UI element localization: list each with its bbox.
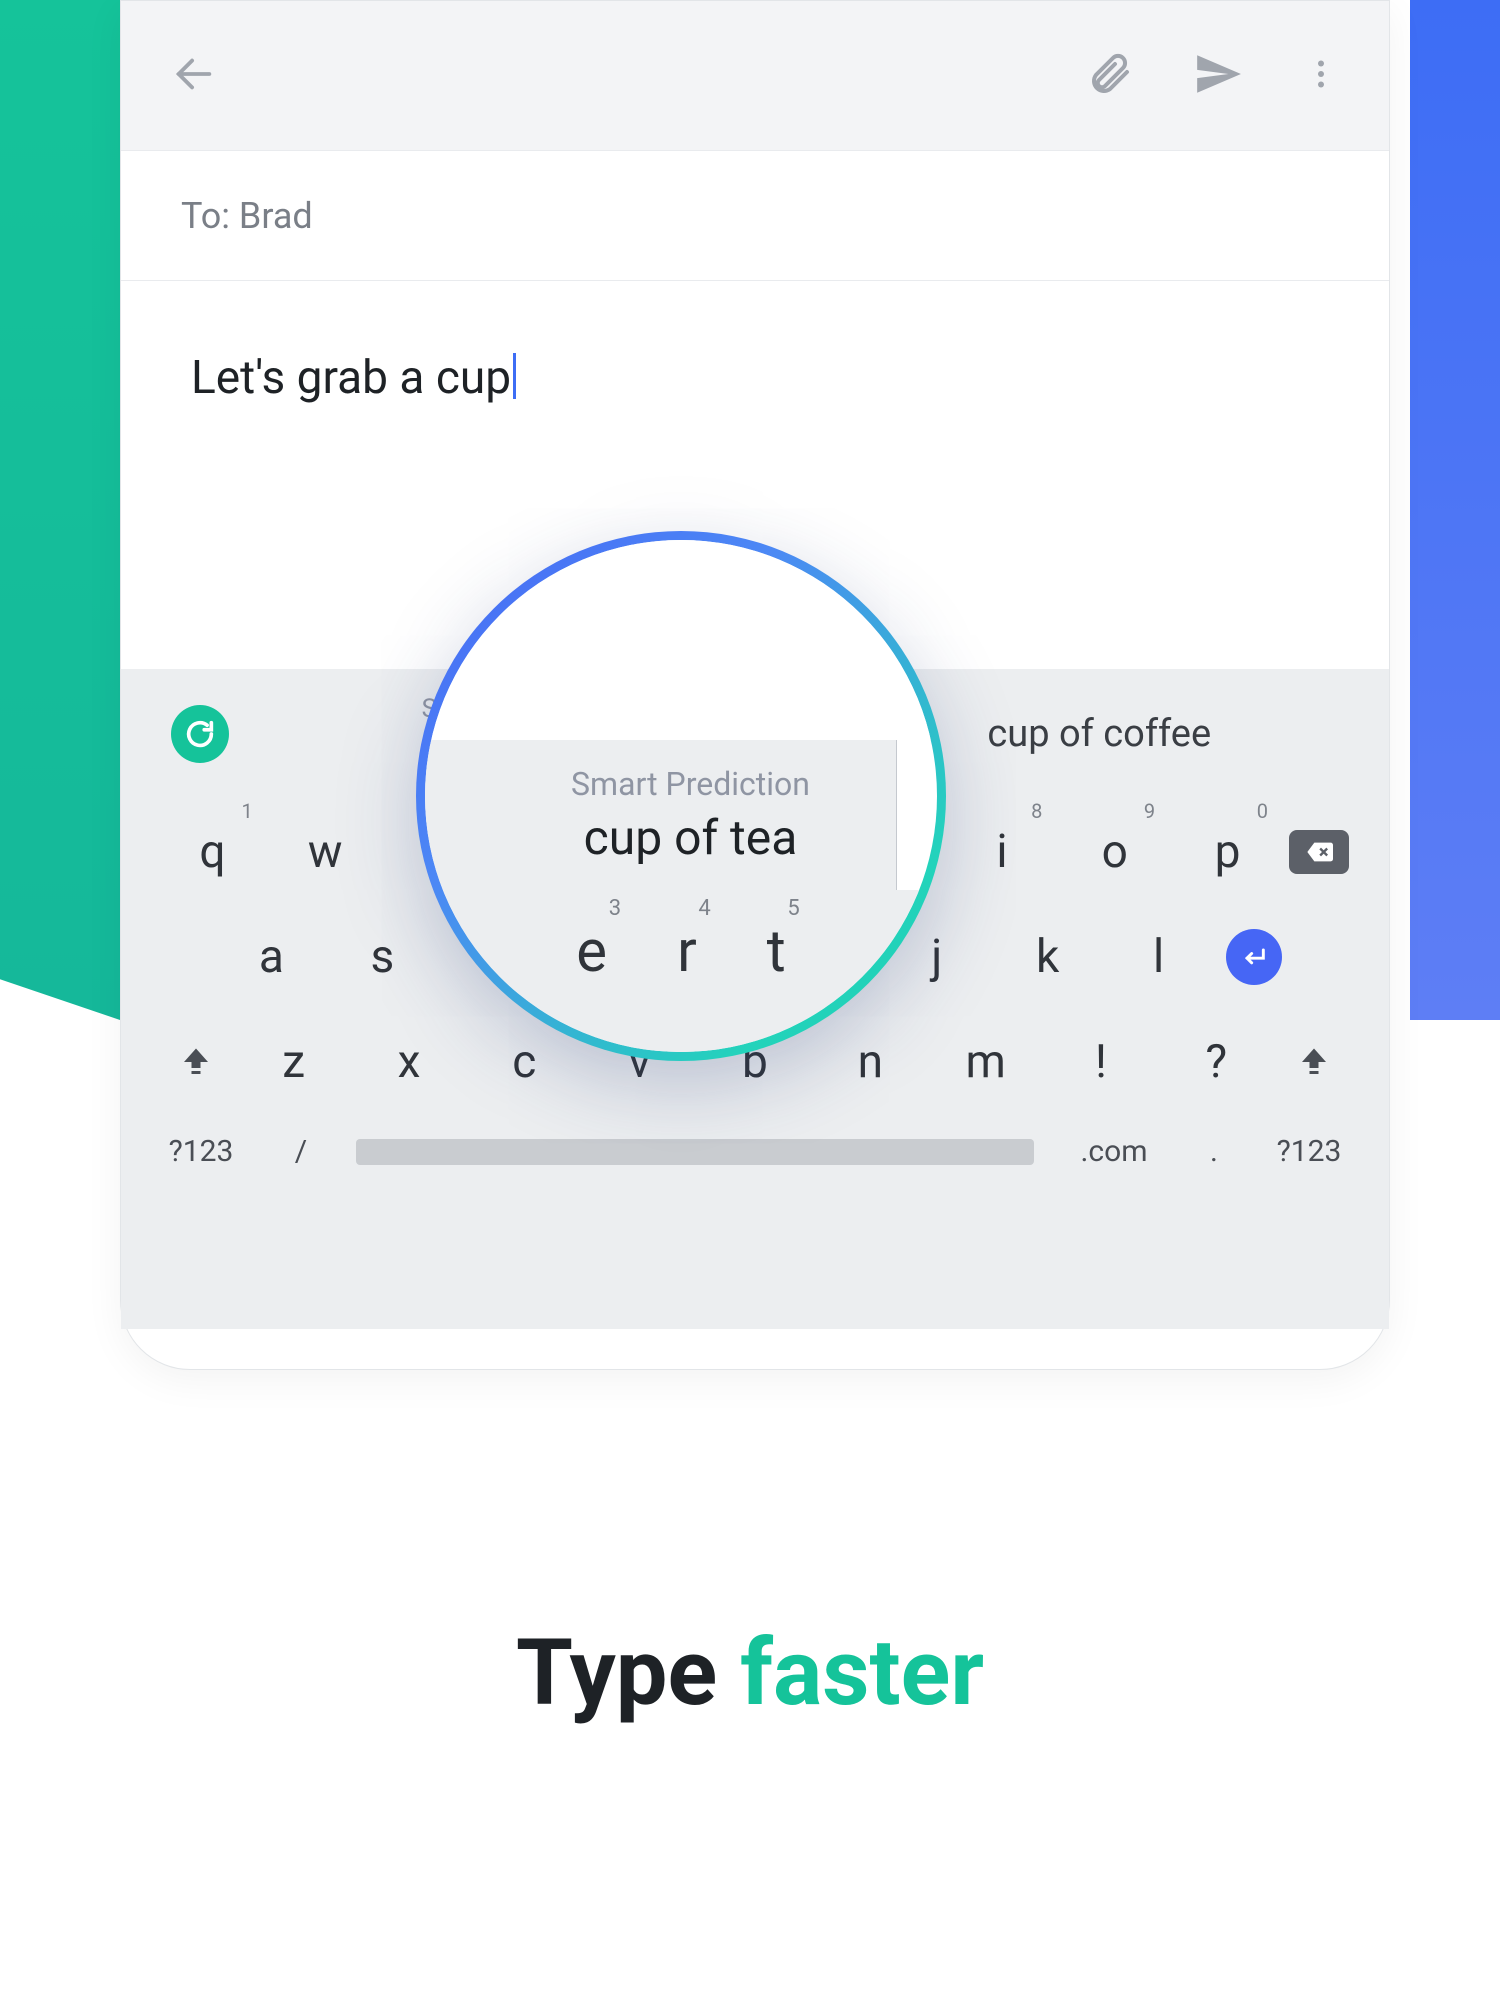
lens-key-e: e3 [576, 918, 607, 986]
slash-key[interactable]: / [276, 1134, 326, 1169]
backspace-key[interactable] [1284, 809, 1354, 894]
compose-header [121, 1, 1389, 151]
compose-text: Let's grab a cup [191, 351, 511, 405]
lens-key-r: r4 [677, 918, 697, 986]
key-l[interactable]: l [1103, 914, 1214, 999]
keyboard-bottom-row: ?123 / .com . ?123 [121, 1114, 1389, 1189]
magnifier-lens: Smart Prediction cup of tea e3 r4 t5 [416, 531, 946, 1061]
to-label: To: Brad [181, 195, 313, 237]
enter-key[interactable] [1214, 914, 1294, 999]
tagline-word-2: faster [740, 1620, 984, 1727]
key-o[interactable]: o9 [1058, 809, 1171, 894]
key-i[interactable]: i8 [946, 809, 1059, 894]
key-z[interactable]: z [236, 1019, 351, 1104]
attach-icon[interactable] [1085, 50, 1133, 102]
lens-prediction-label: Smart Prediction [571, 765, 810, 803]
bg-accent-right [1410, 0, 1500, 1020]
backspace-icon [1289, 830, 1349, 874]
enter-icon [1226, 929, 1282, 985]
key-w[interactable]: w [269, 809, 382, 894]
to-field[interactable]: To: Brad [121, 151, 1389, 281]
key-a[interactable]: a [216, 914, 327, 999]
period-key[interactable]: . [1194, 1134, 1234, 1169]
symbols-key-left[interactable]: ?123 [156, 1134, 246, 1169]
phone-frame: To: Brad Let's grab a cup Smart Predicti… [120, 0, 1390, 1370]
compose-body[interactable]: Let's grab a cup [121, 281, 1389, 475]
shift-key-right[interactable] [1274, 1019, 1354, 1104]
shift-key-left[interactable] [156, 1019, 236, 1104]
lens-prediction-value: cup of tea [571, 809, 810, 866]
bg-accent-left [0, 0, 120, 1020]
send-icon[interactable] [1193, 49, 1243, 103]
grammarly-icon[interactable] [171, 705, 229, 763]
back-icon[interactable] [171, 51, 217, 101]
key-p[interactable]: p0 [1171, 809, 1284, 894]
text-cursor [513, 353, 516, 399]
key-?[interactable]: ? [1159, 1019, 1274, 1104]
lens-key-t: t5 [767, 918, 786, 986]
symbols-key-right[interactable]: ?123 [1264, 1134, 1354, 1169]
key-q[interactable]: q1 [156, 809, 269, 894]
key-m[interactable]: m [928, 1019, 1043, 1104]
dotcom-key[interactable]: .com [1064, 1134, 1164, 1169]
tagline-word-1: Type [516, 1620, 717, 1727]
key-![interactable]: ! [1043, 1019, 1158, 1104]
more-icon[interactable] [1303, 56, 1339, 96]
key-k[interactable]: k [992, 914, 1103, 999]
tagline: Type faster [0, 1620, 1500, 1727]
key-s[interactable]: s [327, 914, 438, 999]
lens-keys-row: e3 r4 t5 [425, 890, 937, 1052]
space-key[interactable] [356, 1139, 1034, 1165]
